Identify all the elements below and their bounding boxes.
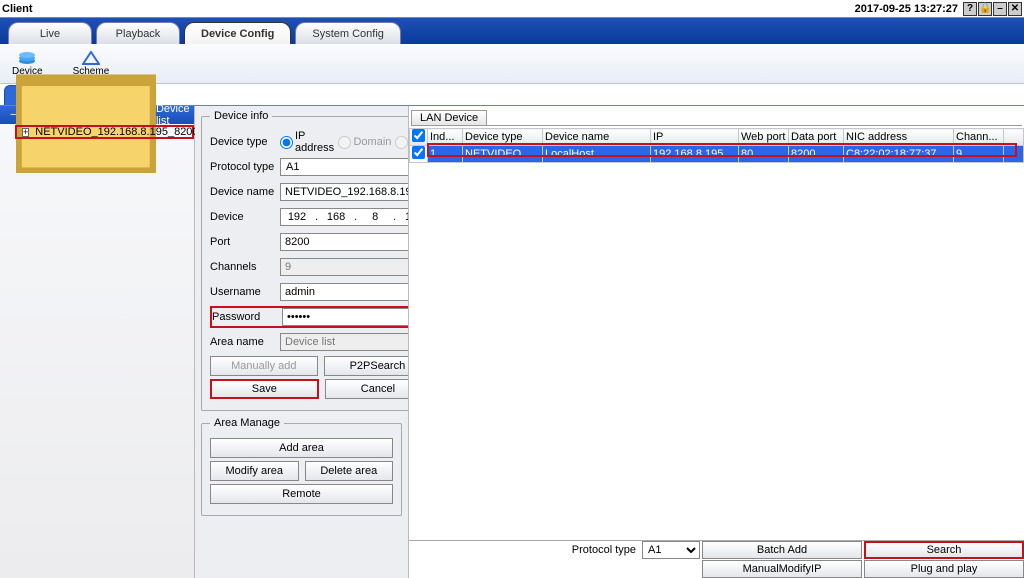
minimize-icon[interactable]: – — [993, 2, 1007, 16]
save-button[interactable]: Save — [210, 379, 319, 399]
timestamp: 2017-09-25 13:27:27 — [855, 3, 958, 15]
tab-live[interactable]: Live — [8, 22, 92, 44]
app-title: Client — [2, 3, 33, 15]
delete-area-button[interactable]: Delete area — [305, 461, 394, 481]
main-tabs: Live Playback Device Config System Confi… — [0, 18, 1024, 44]
expand-icon[interactable]: + — [22, 128, 29, 137]
lan-device-tab[interactable]: LAN Device — [411, 110, 487, 125]
lan-device-table: Ind... Device type Device name IP Web po… — [409, 128, 1024, 163]
form-panel: Device info Device type IP address Domai… — [195, 106, 409, 578]
password-row: Password — [210, 306, 409, 328]
row-checkbox[interactable] — [412, 146, 425, 159]
titlebar: Client 2017-09-25 13:27:27 ? 🔒 – ✕ — [0, 0, 1024, 18]
table-row[interactable]: 1 NETVIDEO LocalHost 192.168.8.195 80 82… — [410, 146, 1024, 163]
table-header-row: Ind... Device type Device name IP Web po… — [410, 129, 1024, 146]
tab-playback[interactable]: Playback — [96, 22, 180, 44]
batch-add-button[interactable]: Batch Add — [702, 541, 862, 559]
tree-header: − Device list — [0, 106, 194, 124]
device-type-radios: IP address Domain P2P — [280, 130, 409, 154]
lan-panel: LAN Device Ind... Device type Device nam… — [409, 106, 1024, 578]
area-manage-fieldset: Area Manage Add area Modify area Delete … — [201, 417, 402, 516]
port-input[interactable] — [280, 233, 409, 251]
select-all-checkbox[interactable] — [412, 129, 425, 142]
manual-modify-ip-button[interactable]: ManualModifyIP — [702, 560, 862, 578]
ip-input[interactable]: . . . — [280, 208, 409, 226]
remote-button[interactable]: Remote — [210, 484, 393, 504]
help-icon[interactable]: ? — [963, 2, 977, 16]
folder-icon — [16, 57, 156, 173]
device-tree-panel: − Device list + NETVIDEO_192.168.8.195_8… — [0, 106, 195, 578]
tab-device-config[interactable]: Device Config — [184, 22, 291, 44]
tree-item[interactable]: + NETVIDEO_192.168.8.195_8200 — [15, 125, 194, 139]
device-info-fieldset: Device info Device type IP address Domai… — [201, 110, 409, 411]
cancel-button[interactable]: Cancel — [325, 379, 409, 399]
area-name-input — [280, 333, 409, 351]
tab-system-config[interactable]: System Config — [295, 22, 401, 44]
password-input[interactable] — [282, 308, 409, 326]
username-input[interactable] — [280, 283, 409, 301]
protocol-select[interactable]: A1 — [280, 158, 409, 176]
radio-domain — [338, 136, 351, 149]
lock-icon[interactable]: 🔒 — [978, 2, 992, 16]
add-area-button[interactable]: Add area — [210, 438, 393, 458]
close-icon[interactable]: ✕ — [1008, 2, 1022, 16]
bottom-protocol-select[interactable]: A1 — [642, 541, 700, 559]
device-name-input[interactable] — [280, 183, 409, 201]
plug-and-play-button[interactable]: Plug and play — [864, 560, 1024, 578]
bottom-bar: Protocol type A1 Batch Add Search Manual… — [409, 540, 1024, 578]
channels-input — [280, 258, 409, 276]
modify-area-button[interactable]: Modify area — [210, 461, 299, 481]
p2p-search-button[interactable]: P2PSearch — [324, 356, 409, 376]
radio-p2p — [395, 136, 408, 149]
manually-add-button: Manually add — [210, 356, 318, 376]
search-button[interactable]: Search — [864, 541, 1024, 559]
radio-ip — [280, 136, 293, 149]
